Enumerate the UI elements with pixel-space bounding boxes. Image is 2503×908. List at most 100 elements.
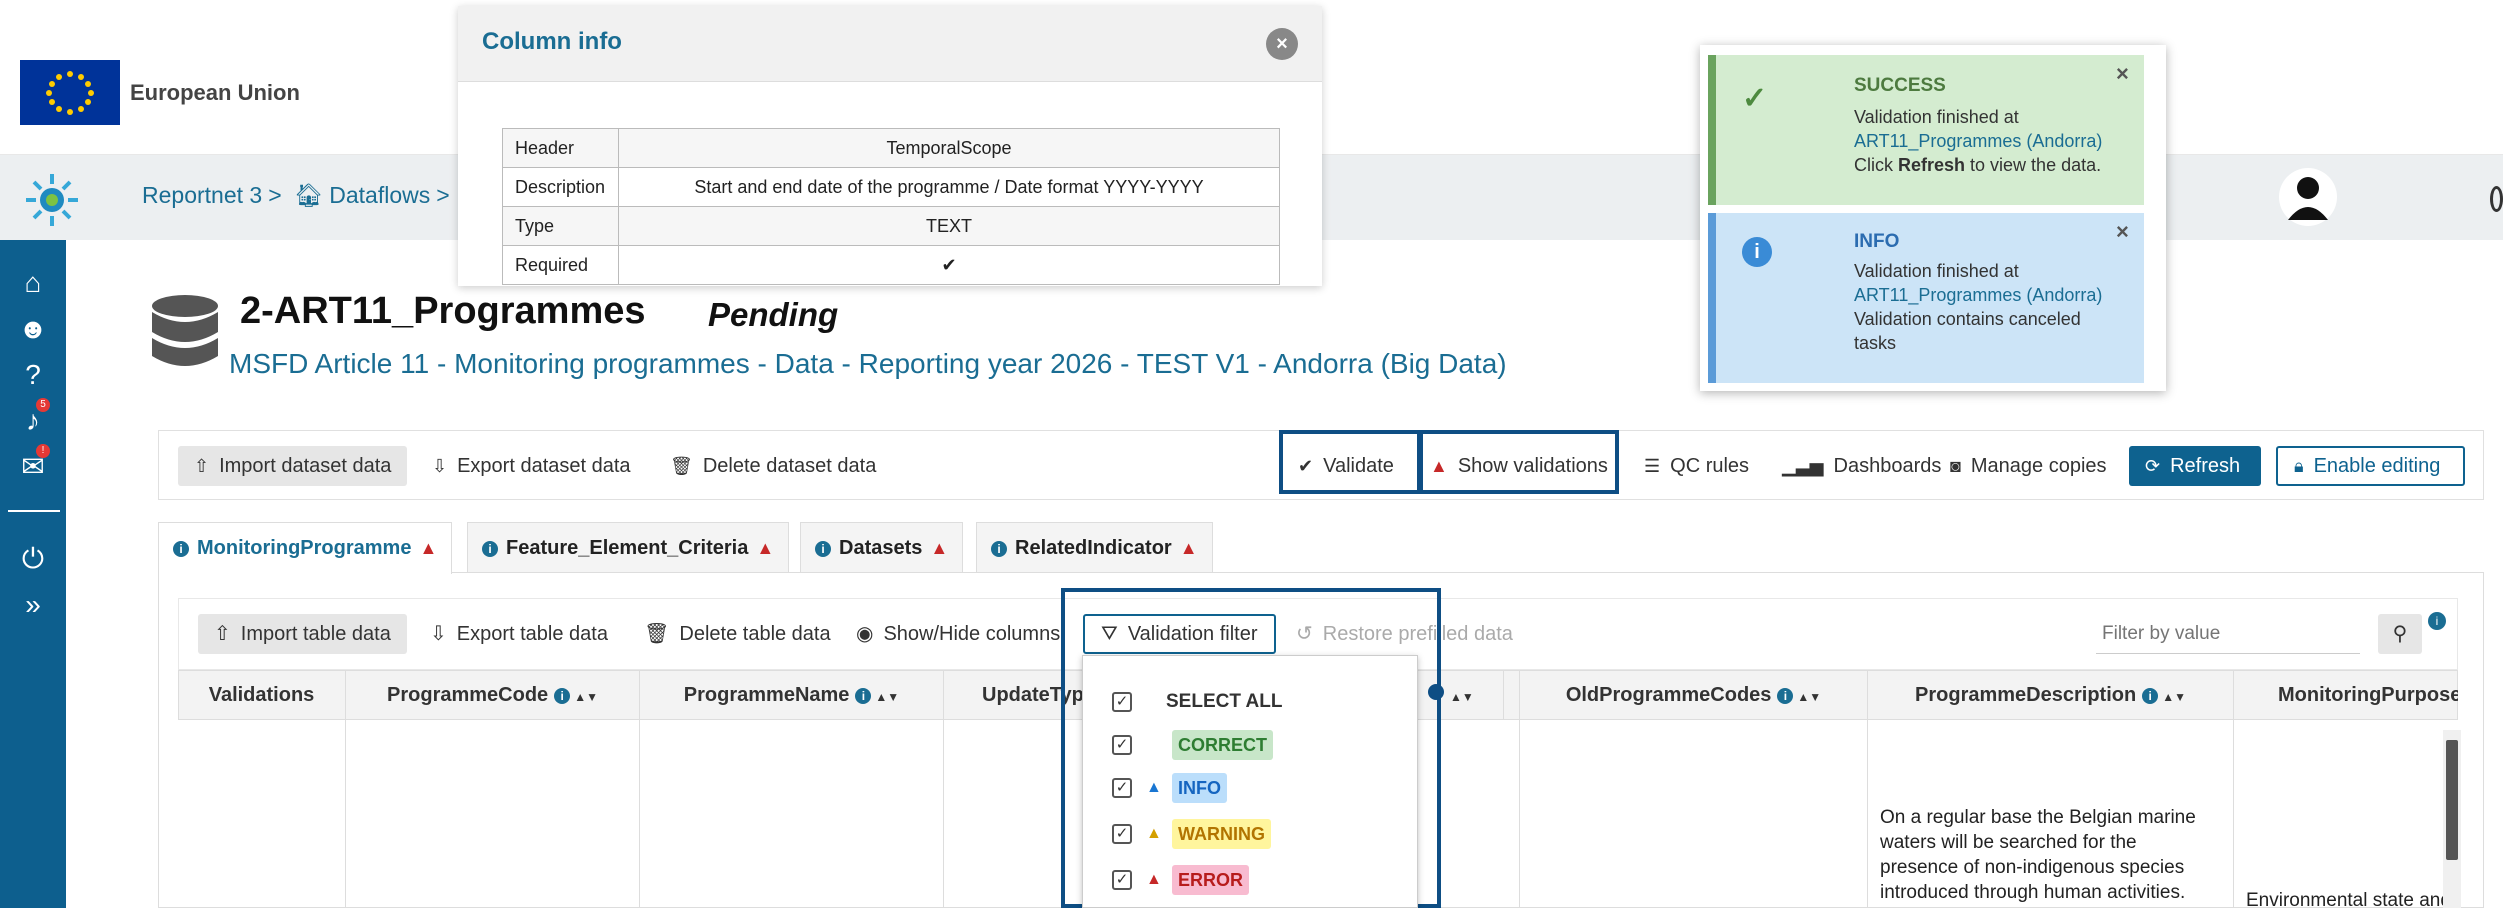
dataset-subtitle: MSFD Article 11 - Monitoring programmes … — [229, 348, 1507, 379]
manage-copies-button[interactable]: ◙ Manage copies — [1934, 446, 2123, 486]
dashboards-button[interactable]: ▁▃▅ Dashboards — [1766, 446, 1957, 486]
scrollbar-thumb[interactable] — [2446, 740, 2458, 860]
dataset-link[interactable]: ART11_Programmes (Andorra) — [1854, 131, 2102, 151]
menu-icon[interactable] — [2490, 186, 2503, 212]
info-icon: i — [815, 541, 831, 557]
info-icon[interactable]: i — [2142, 688, 2159, 704]
logout-icon[interactable]: ⏻ — [14, 540, 52, 578]
breadcrumb-item-dataflows[interactable]: Dataflows — [329, 182, 430, 208]
table-column — [346, 720, 640, 908]
column-header-programme-name[interactable]: ProgrammeName i ▲▼ — [640, 670, 944, 720]
messages-icon[interactable]: ✉! — [14, 444, 52, 486]
breadcrumb-item-reportnet[interactable]: Reportnet 3 — [142, 182, 262, 208]
validate-highlight — [1279, 430, 1421, 494]
checkmark-icon: ✔ — [618, 245, 1280, 285]
vf-select-all[interactable]: ✓ SELECT ALL — [1112, 685, 1282, 719]
info-icon[interactable]: i — [855, 688, 872, 704]
reportnet-logo[interactable] — [22, 170, 82, 230]
sort-icon[interactable]: ▲▼ — [1450, 690, 1474, 704]
filter-by-value-input[interactable] — [2096, 614, 2360, 654]
chart-icon: ▁▃▅ — [1782, 456, 1824, 476]
chevron-right-icon: > — [436, 182, 450, 208]
column-header-monitoring-purpose[interactable]: MonitoringPurpose — [2234, 670, 2458, 720]
tab-datasets[interactable]: i Datasets ▲ — [800, 522, 964, 572]
close-icon[interactable]: × — [2116, 219, 2129, 245]
eye-slash-icon: ◉ — [856, 623, 874, 645]
show-validations-highlight — [1419, 430, 1619, 494]
value-cell: TemporalScope — [618, 128, 1280, 168]
checkbox-checked-icon[interactable]: ✓ — [1112, 734, 1132, 755]
sort-icon[interactable]: ▲▼ — [2162, 690, 2186, 704]
expand-sidebar-icon[interactable]: » — [14, 586, 52, 624]
dataset-link[interactable]: ART11_Programmes (Andorra) — [1854, 285, 2102, 305]
correct-badge: CORRECT — [1172, 729, 1273, 760]
programme-description-cell[interactable]: On a regular base the Belgian marine wat… — [1880, 805, 2220, 905]
column-info-row: Type TEXT — [502, 206, 1280, 246]
vf-info[interactable]: ✓ ▲ INFO — [1112, 771, 1227, 805]
delete-dataset-button[interactable]: 🗑︎ Delete dataset data — [654, 446, 892, 486]
info-icon: i — [991, 541, 1007, 557]
tab-related-indicator[interactable]: i RelatedIndicator ▲ — [976, 522, 1213, 572]
refresh-button[interactable]: ⟳ Refresh — [2129, 446, 2261, 486]
show-hide-columns-button[interactable]: ◉ Show/Hide columns — [840, 614, 1062, 654]
home-icon[interactable]: ⌂ — [14, 264, 52, 302]
trash-icon: 🗑︎ — [670, 456, 693, 476]
user-avatar-icon[interactable] — [2278, 166, 2338, 228]
notification-count-badge: 5 — [36, 398, 50, 412]
enable-editing-button[interactable]: 🔒︎ Enable editing — [2276, 446, 2465, 486]
tab-feature-element-criteria[interactable]: i Feature_Element_Criteria ▲ — [467, 522, 790, 572]
help-icon[interactable]: ? — [14, 356, 52, 394]
close-icon[interactable]: × — [1266, 28, 1298, 60]
toast-title: INFO — [1854, 231, 1900, 252]
info-icon: i — [1742, 237, 1772, 267]
warning-icon: ▲ — [930, 538, 949, 558]
checkbox-checked-icon[interactable]: ✓ — [1112, 824, 1132, 844]
breadcrumb: Reportnet 3 > 🏠︎ Dataflows > — [142, 182, 456, 209]
close-icon[interactable]: × — [2116, 61, 2129, 87]
resize-handle[interactable] — [1428, 684, 1444, 700]
checkmark-icon: ✓ — [1742, 82, 1768, 115]
info-icon[interactable]: i — [1777, 688, 1794, 704]
export-dataset-button[interactable]: ⇩ Export dataset data — [416, 446, 647, 486]
checkbox-checked-icon[interactable]: ✓ — [1112, 778, 1132, 798]
vf-correct[interactable]: ✓ CORRECT — [1112, 728, 1273, 762]
export-table-button[interactable]: ⇩ Export table data — [414, 614, 624, 654]
sort-icon[interactable]: ▲▼ — [875, 690, 899, 704]
import-table-button[interactable]: ⇧ Import table data — [198, 614, 407, 654]
sort-icon[interactable]: ▲▼ — [1797, 690, 1821, 704]
success-toast: ✓ SUCCESS Validation finished at ART11_P… — [1708, 55, 2144, 205]
monitoring-purpose-cell[interactable]: Environmental state and — [2246, 890, 2446, 908]
warning-icon: ▲ — [419, 538, 438, 558]
column-header-programme-description[interactable]: ProgrammeDescription i ▲▼ — [1868, 670, 2234, 720]
sidebar-divider — [8, 510, 60, 512]
dataset-title: 2-ART11_Programmes — [240, 290, 646, 332]
tab-monitoring-programme[interactable]: i MonitoringProgramme ▲ — [158, 522, 453, 574]
value-cell: TEXT — [618, 206, 1280, 246]
info-icon[interactable]: i — [554, 688, 571, 704]
checkbox-checked-icon[interactable]: ✓ — [1112, 691, 1132, 712]
search-icon[interactable]: ⚲ — [2378, 614, 2422, 654]
sort-icon[interactable]: ▲▼ — [574, 690, 598, 704]
toast-message: Validation finished at ART11_Programmes … — [1854, 107, 2103, 175]
refresh-icon: ⟳ — [2145, 456, 2161, 476]
info-toast: i INFO Validation finished at ART11_Prog… — [1708, 213, 2144, 383]
column-header-programme-code[interactable]: ProgrammeCode i ▲▼ — [346, 670, 640, 720]
delete-table-button[interactable]: 🗑︎ Delete table data — [628, 614, 847, 654]
user-icon[interactable]: ☻ — [14, 310, 52, 348]
column-info-row: Required ✔ — [502, 245, 1280, 285]
checkbox-checked-icon[interactable]: ✓ — [1112, 870, 1132, 890]
column-header-validations[interactable]: Validations — [178, 670, 346, 720]
toast-message: Validation finished at ART11_Programmes … — [1854, 261, 2103, 353]
import-dataset-button[interactable]: ⇧ Import dataset data — [178, 446, 408, 486]
download-icon: ⇩ — [432, 456, 448, 476]
upload-icon: ⇧ — [214, 623, 231, 645]
column-header-old-programme-codes[interactable]: OldProgrammeCodes i ▲▼ — [1520, 670, 1868, 720]
column-info-row: Description Start and end date of the pro… — [502, 167, 1280, 207]
qc-rules-button[interactable]: ☰ QC rules — [1628, 446, 1765, 486]
vf-error[interactable]: ✓ ▲ ERROR — [1112, 863, 1250, 897]
notifications-icon[interactable]: ♪ 5 — [14, 398, 52, 440]
eu-label: European Union — [130, 80, 300, 105]
toast-title: SUCCESS — [1854, 75, 1946, 96]
vf-warning[interactable]: ✓ ▲ WARNING — [1112, 817, 1271, 851]
info-icon[interactable]: i — [2428, 612, 2446, 630]
